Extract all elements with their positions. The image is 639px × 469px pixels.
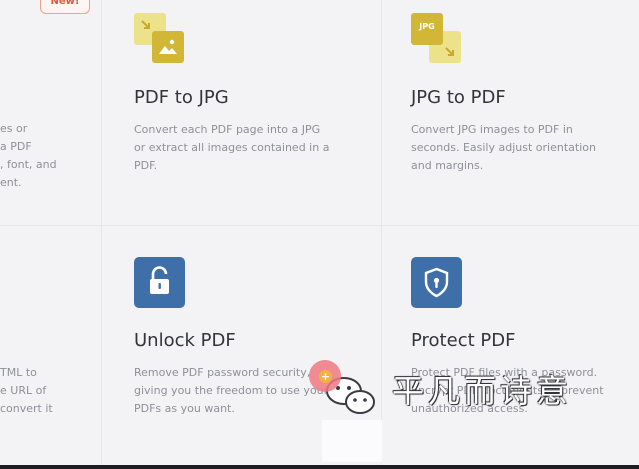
tool-card-partial[interactable]: New! es or a PDF , font, and ent. <box>0 0 101 225</box>
unlock-icon <box>134 257 185 308</box>
tool-card-protect-pdf[interactable]: Protect PDF Protect PDF files with a pas… <box>382 226 639 469</box>
card-title: Unlock PDF <box>134 330 236 351</box>
tool-card-partial[interactable]: TML to e URL of convert it <box>0 226 101 469</box>
card-description: Convert each PDF page into a JPG or extr… <box>134 123 330 172</box>
card-description: Convert JPG images to PDF in seconds. Ea… <box>411 123 596 172</box>
card-description: es or a PDF , font, and ent. <box>0 122 57 189</box>
new-badge: New! <box>40 0 90 14</box>
card-title: Protect PDF <box>411 330 516 351</box>
card-description: Remove PDF password security, giving you… <box>134 366 329 415</box>
image-artifact <box>322 420 382 462</box>
jpg-label: JPG <box>419 22 435 31</box>
tool-card-jpg-to-pdf[interactable]: JPG JPG to PDF Convert JPG images to PDF… <box>382 0 639 225</box>
card-description: TML to e URL of convert it <box>0 366 53 415</box>
bottom-bar <box>0 465 639 469</box>
watermark-text: 平凡而诗意 <box>392 372 573 410</box>
watermark: 平凡而诗意 <box>320 365 620 425</box>
tool-card-pdf-to-jpg[interactable]: PDF to JPG Convert each PDF page into a … <box>102 0 381 225</box>
shield-lock-icon <box>411 257 462 308</box>
card-title: JPG to PDF <box>411 87 506 108</box>
jpg-arrow-icon: JPG <box>411 13 463 65</box>
cursor-icon: + <box>319 370 332 383</box>
image-arrow-icon <box>134 13 186 65</box>
card-title: PDF to JPG <box>134 87 229 108</box>
